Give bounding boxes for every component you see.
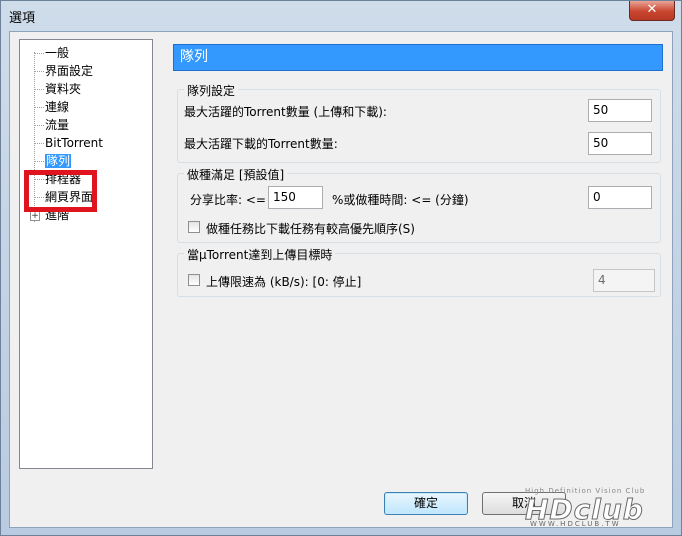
max-downloads-label: 最大活躍下載的Torrent數量: bbox=[184, 137, 338, 151]
tree-item-label: 一般 bbox=[45, 46, 70, 60]
tree-item-bandwidth[interactable]: 流量 bbox=[45, 117, 69, 133]
tree-item-general[interactable]: 一般 bbox=[45, 45, 69, 61]
hdclub-watermark: High Definition Vision Club HDclub WWW.H… bbox=[525, 487, 675, 529]
expand-icon[interactable]: + bbox=[30, 211, 40, 221]
panel-header: 隊列 bbox=[173, 44, 663, 71]
ok-button[interactable]: 確定 bbox=[384, 492, 468, 515]
settings-tree[interactable]: 一般 界面設定 資料夾 連線 流量 BitTorrent 隊列 排程器 網頁界面… bbox=[19, 39, 153, 469]
close-button[interactable]: ✕ bbox=[629, 1, 675, 21]
tree-item-directories[interactable]: 資料夾 bbox=[45, 81, 81, 97]
title-bar: 選項 ✕ bbox=[1, 1, 681, 31]
tree-connector bbox=[35, 143, 44, 144]
window-title: 選項 bbox=[9, 11, 36, 26]
tree-connector bbox=[35, 125, 44, 126]
tree-item-label: 界面設定 bbox=[45, 64, 94, 78]
tree-connector bbox=[35, 89, 44, 90]
tree-item-label: BitTorrent bbox=[45, 136, 103, 150]
tree-connector bbox=[35, 53, 44, 54]
watermark-url: WWW.HDCLUB.TW bbox=[530, 520, 621, 528]
group-title: 做種滿足 [預設值] bbox=[184, 166, 288, 183]
ratio-label: 分享比率: <= bbox=[190, 193, 266, 207]
seed-goal-group: 做種滿足 [預設值] 分享比率: <= 150 %或做種時間: <= (分鐘) … bbox=[177, 166, 661, 243]
options-window: 選項 ✕ 一般 界面設定 資料夾 連線 流量 BitTorrent 隊列 排程器… bbox=[0, 0, 682, 536]
tree-connector bbox=[35, 107, 44, 108]
group-title: 當μTorrent達到上傳目標時 bbox=[184, 246, 336, 263]
upload-goal-group: 當μTorrent達到上傳目標時 上傳限速為 (kB/s): [0: 停止] 4 bbox=[177, 246, 661, 297]
tree-item-label: 資料夾 bbox=[45, 82, 82, 96]
tree-item-queue[interactable]: 隊列 bbox=[45, 153, 72, 169]
ratio-input[interactable]: 150 bbox=[268, 186, 323, 209]
max-downloads-input[interactable]: 50 bbox=[588, 132, 652, 155]
upload-limit-input[interactable]: 4 bbox=[593, 269, 655, 292]
tree-item-ui-settings[interactable]: 界面設定 bbox=[45, 63, 93, 79]
tree-connector bbox=[35, 71, 44, 72]
upload-limit-label[interactable]: 上傳限速為 (kB/s): [0: 停止] bbox=[206, 273, 361, 290]
group-title: 隊列設定 bbox=[184, 82, 239, 99]
tree-item-label: 連線 bbox=[45, 100, 70, 114]
dialog-body: 一般 界面設定 資料夾 連線 流量 BitTorrent 隊列 排程器 網頁界面… bbox=[9, 31, 673, 528]
upload-limit-checkbox[interactable] bbox=[188, 274, 200, 286]
seed-priority-checkbox[interactable] bbox=[188, 221, 200, 233]
queue-settings-group: 隊列設定 最大活躍的Torrent數量 (上傳和下載): 50 最大活躍下載的T… bbox=[177, 82, 661, 163]
seed-priority-label[interactable]: 做種任務比下載任務有較高優先順序(S) bbox=[206, 220, 415, 237]
tree-item-label: 隊列 bbox=[45, 154, 72, 168]
max-active-input[interactable]: 50 bbox=[588, 99, 652, 122]
max-active-label: 最大活躍的Torrent數量 (上傳和下載): bbox=[184, 105, 387, 119]
tree-item-connection[interactable]: 連線 bbox=[45, 99, 69, 115]
tree-connector bbox=[35, 161, 44, 162]
seed-time-label: %或做種時間: <= (分鐘) bbox=[332, 193, 469, 207]
seed-time-input[interactable]: 0 bbox=[588, 186, 652, 209]
queue-panel: 隊列 隊列設定 最大活躍的Torrent數量 (上傳和下載): 50 最大活躍下… bbox=[167, 39, 665, 469]
tree-item-bittorrent[interactable]: BitTorrent bbox=[45, 135, 103, 151]
tree-item-label: 流量 bbox=[45, 118, 70, 132]
highlight-annotation bbox=[24, 170, 97, 212]
